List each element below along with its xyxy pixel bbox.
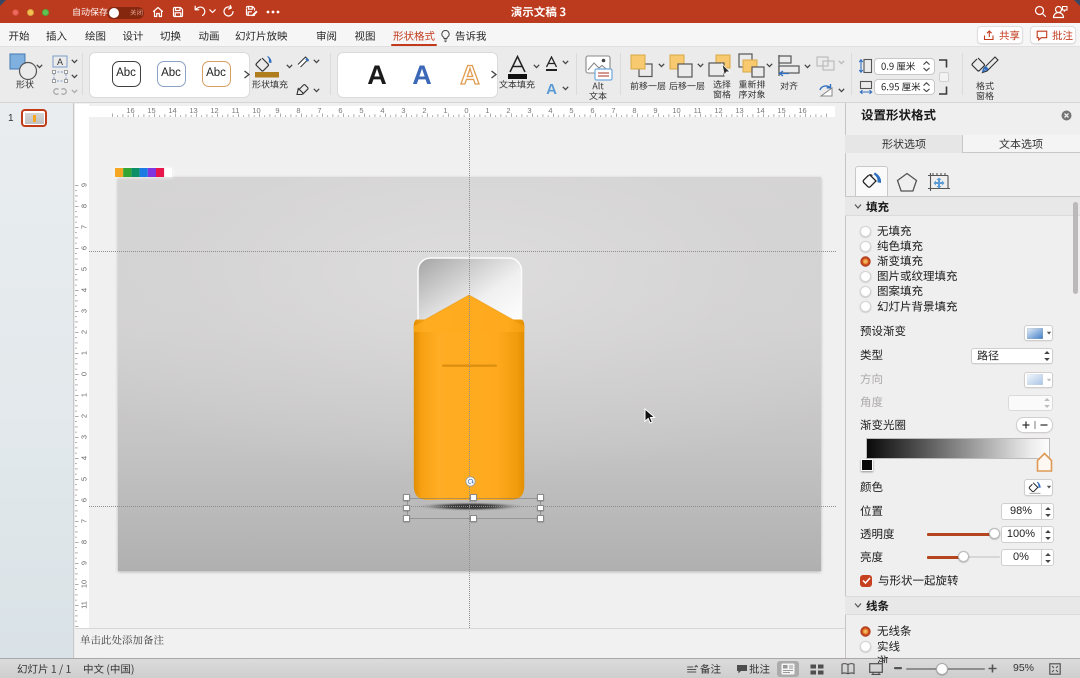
svg-text:9: 9 — [80, 561, 89, 565]
svg-text:3: 3 — [527, 106, 531, 115]
svg-text:0: 0 — [464, 106, 468, 115]
svg-text:6: 6 — [590, 106, 594, 115]
svg-text:8: 8 — [632, 106, 636, 115]
svg-text:A: A — [460, 60, 480, 90]
svg-text:4: 4 — [380, 106, 384, 115]
svg-text:3: 3 — [401, 106, 405, 115]
svg-text:6: 6 — [80, 246, 89, 250]
svg-text:2: 2 — [422, 106, 426, 115]
svg-text:4: 4 — [80, 288, 89, 292]
svg-text:1: 1 — [80, 351, 89, 355]
svg-text:4: 4 — [80, 456, 89, 460]
svg-text:8: 8 — [80, 540, 89, 544]
svg-text:3: 3 — [80, 435, 89, 439]
svg-text:A: A — [546, 81, 557, 97]
svg-text:2: 2 — [80, 330, 89, 334]
svg-text:A: A — [57, 57, 63, 67]
svg-text:7: 7 — [317, 106, 321, 115]
svg-text:5: 5 — [569, 106, 573, 115]
svg-text:6: 6 — [80, 498, 89, 502]
svg-text:9: 9 — [653, 106, 657, 115]
svg-text:0: 0 — [80, 372, 89, 376]
svg-text:8: 8 — [296, 106, 300, 115]
svg-text:9: 9 — [80, 183, 89, 187]
svg-text:5: 5 — [359, 106, 363, 115]
svg-text:7: 7 — [80, 225, 89, 229]
svg-text:11: 11 — [80, 601, 89, 609]
svg-text:2: 2 — [506, 106, 510, 115]
svg-text:5: 5 — [80, 267, 89, 271]
svg-text:8: 8 — [80, 204, 89, 208]
svg-text:1: 1 — [443, 106, 447, 115]
svg-text:3: 3 — [80, 309, 89, 313]
svg-text:10: 10 — [80, 580, 89, 588]
svg-text:4: 4 — [548, 106, 552, 115]
svg-text:2: 2 — [80, 414, 89, 418]
svg-text:1: 1 — [80, 393, 89, 397]
svg-text:5: 5 — [80, 477, 89, 481]
svg-text:1: 1 — [485, 106, 489, 115]
svg-text:6: 6 — [338, 106, 342, 115]
svg-text:9: 9 — [275, 106, 279, 115]
svg-text:7: 7 — [611, 106, 615, 115]
svg-text:7: 7 — [80, 519, 89, 523]
